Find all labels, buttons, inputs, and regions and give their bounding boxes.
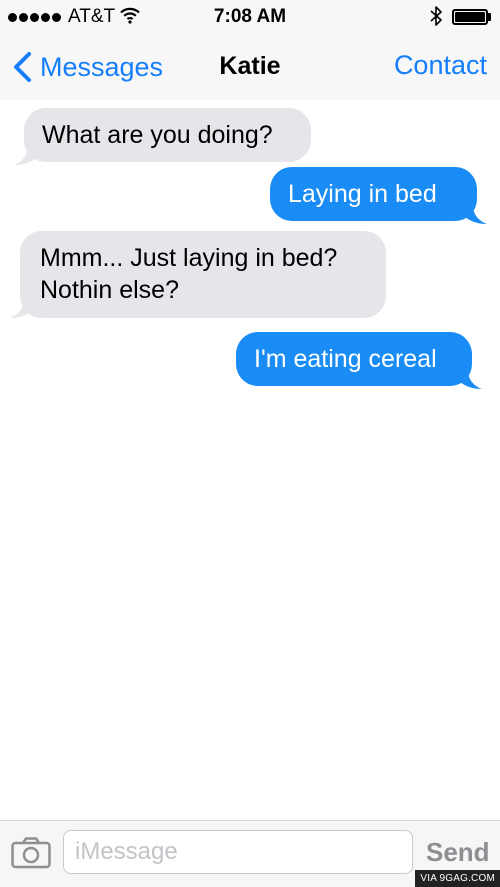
camera-icon[interactable]: [11, 837, 51, 869]
incoming-message-bubble: What are you doing?: [24, 108, 311, 162]
bluetooth-icon: [430, 6, 442, 26]
battery-level: [455, 12, 485, 22]
incoming-message-bubble: Mmm... Just laying in bed? Nothin else?: [20, 231, 386, 318]
composer-bar: Send VIA 9GAG.COM: [0, 820, 500, 887]
watermark: VIA 9GAG.COM: [415, 870, 500, 887]
nav-bar: Messages Katie Contact: [0, 34, 500, 100]
message-text: Mmm... Just laying in bed? Nothin else?: [40, 244, 338, 304]
outgoing-message-bubble: Laying in bed: [270, 167, 477, 221]
outgoing-message-bubble: I'm eating cereal: [236, 332, 472, 386]
message-list: What are you doing? Laying in bed Mmm...…: [0, 100, 500, 820]
message-text: What are you doing?: [42, 121, 273, 149]
message-text: Laying in bed: [288, 180, 437, 208]
status-bar: AT&T 7:08 AM: [0, 0, 500, 34]
imessage-input[interactable]: [63, 830, 413, 874]
battery-tip: [488, 13, 491, 21]
status-time: 7:08 AM: [213, 6, 287, 27]
battery-icon: [452, 9, 488, 25]
contact-button[interactable]: Contact: [394, 50, 487, 81]
message-text: I'm eating cereal: [254, 345, 437, 373]
send-button[interactable]: Send: [426, 837, 490, 868]
